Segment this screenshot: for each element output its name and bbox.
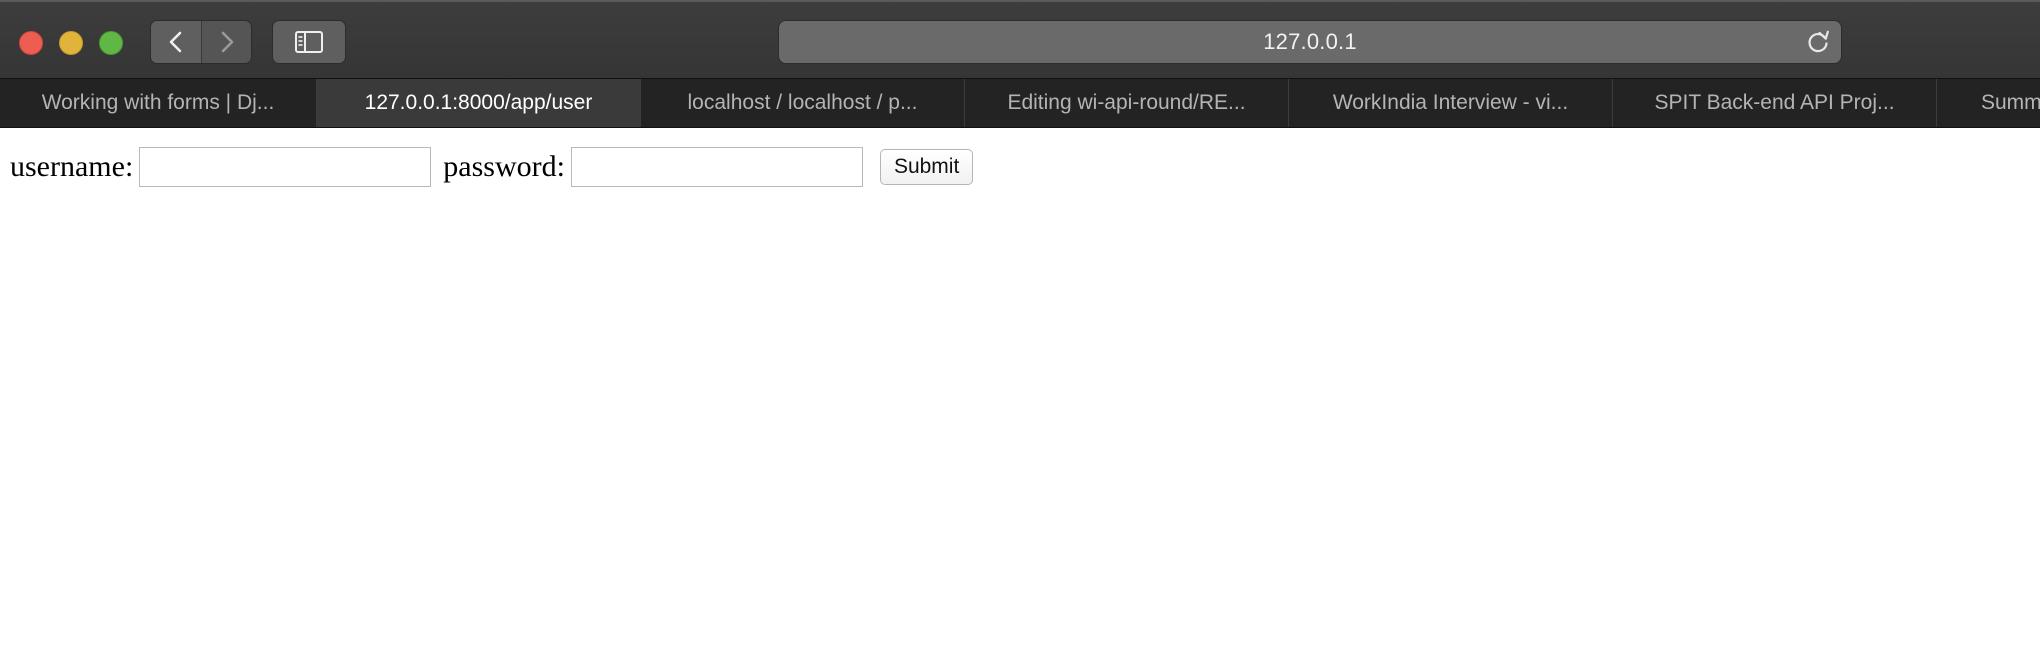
submit-button[interactable]: Submit [879,149,974,185]
password-input[interactable] [570,147,863,187]
reload-icon [1808,30,1829,53]
navigation-buttons [150,20,252,64]
sidebar-icon [295,31,323,53]
tab-summ[interactable]: Summ [1937,79,2040,127]
login-form: username: password: Submit [10,147,974,187]
tab-bar: Working with forms | Dj... 127.0.0.1:800… [0,78,2040,128]
address-bar[interactable]: 127.0.0.1 [778,20,1842,64]
forward-button[interactable] [201,21,251,63]
back-button[interactable] [151,21,201,63]
browser-toolbar: 127.0.0.1 [0,0,2040,78]
tab-working-with-forms[interactable]: Working with forms | Dj... [0,79,317,127]
tab-workindia-interview[interactable]: WorkIndia Interview - vi... [1289,79,1613,127]
sidebar-toggle-button[interactable] [272,20,346,64]
tab-app-user[interactable]: 127.0.0.1:8000/app/user [317,79,641,127]
reload-button[interactable] [1805,29,1831,55]
username-label: username: [10,150,134,183]
password-label: password: [443,150,565,183]
zoom-window-button[interactable] [99,31,123,55]
tab-localhost-phpmyadmin[interactable]: localhost / localhost / p... [641,79,965,127]
page-content: username: password: Submit [0,128,2040,652]
chevron-right-icon [221,31,233,53]
tab-spit-backend-api[interactable]: SPIT Back-end API Proj... [1613,79,1937,127]
chevron-left-icon [169,31,182,53]
tab-editing-readme[interactable]: Editing wi-api-round/RE... [965,79,1289,127]
minimize-window-button[interactable] [59,31,83,55]
username-input[interactable] [139,147,432,187]
address-text: 127.0.0.1 [1263,29,1357,54]
close-window-button[interactable] [19,31,43,55]
